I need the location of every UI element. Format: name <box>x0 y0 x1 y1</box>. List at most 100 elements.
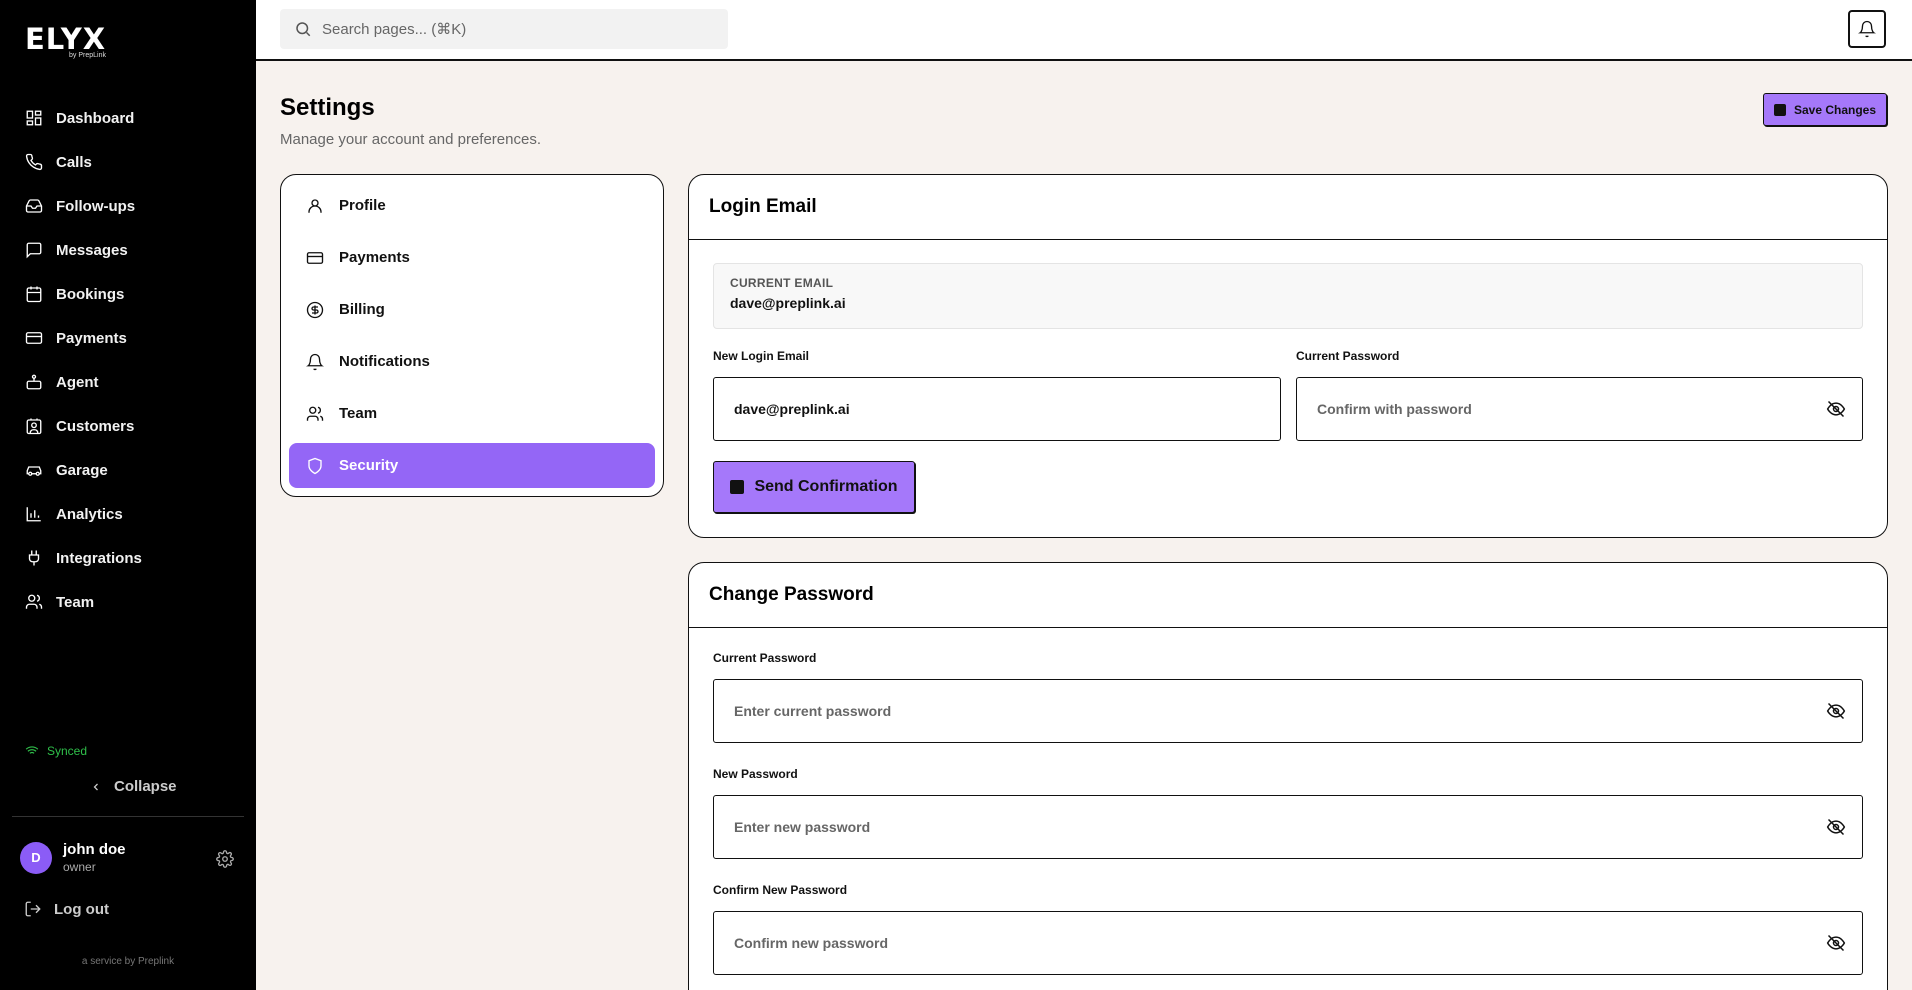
gear-icon[interactable] <box>216 850 234 873</box>
user-icon <box>305 196 325 216</box>
search-icon <box>296 22 311 37</box>
logo-text: ELYX <box>25 22 107 56</box>
logout-button[interactable]: Log out <box>24 900 109 918</box>
search-input[interactable] <box>322 20 702 38</box>
dollar-circle-icon <box>305 300 325 320</box>
new-password-input[interactable] <box>734 819 1750 835</box>
users-icon <box>305 404 325 424</box>
settings-tab-label: Payments <box>339 249 410 266</box>
bot-icon <box>24 372 44 392</box>
inbox-icon <box>24 196 44 216</box>
new-login-email-field[interactable] <box>713 377 1281 441</box>
sync-status: Synced <box>25 744 87 758</box>
send-confirmation-label: Send Confirmation <box>754 478 898 495</box>
save-changes-label: Save Changes <box>1793 102 1877 117</box>
logo-byline: by PrepLink <box>69 52 106 59</box>
current-password-field[interactable] <box>713 679 1863 743</box>
change-password-title: Change Password <box>689 563 1887 628</box>
user-name: john doe <box>63 841 126 858</box>
eye-off-icon[interactable] <box>1826 399 1846 424</box>
user-role: owner <box>63 860 96 874</box>
bell-icon <box>1858 20 1876 38</box>
sidebar-item-analytics[interactable]: Analytics <box>0 492 256 536</box>
eye-off-icon[interactable] <box>1826 817 1846 842</box>
confirm-new-password-field[interactable] <box>713 911 1863 975</box>
page-subtitle: Manage your account and preferences. <box>280 131 541 148</box>
phone-icon <box>24 152 44 172</box>
new-password-field[interactable] <box>713 795 1863 859</box>
confirm-new-password-input[interactable] <box>734 935 1750 951</box>
new-login-email-label: New Login Email <box>713 349 810 363</box>
plug-icon <box>24 548 44 568</box>
sidebar-item-label: Bookings <box>56 285 125 303</box>
collapse-button[interactable]: Collapse <box>90 778 177 795</box>
credit-card-icon <box>24 328 44 348</box>
new-password-label: New Password <box>713 767 798 781</box>
sidebar-item-garage[interactable]: Garage <box>0 448 256 492</box>
sidebar-item-dashboard[interactable]: Dashboard <box>0 96 256 140</box>
notifications-button[interactable] <box>1848 10 1886 48</box>
sidebar-item-follow-ups[interactable]: Follow-ups <box>0 184 256 228</box>
logout-label: Log out <box>54 900 109 918</box>
confirm-password-field[interactable] <box>1296 377 1863 441</box>
settings-tab-payments[interactable]: Payments <box>289 235 655 280</box>
sidebar-item-agent[interactable]: Agent <box>0 360 256 404</box>
sidebar-item-calls[interactable]: Calls <box>0 140 256 184</box>
sidebar-item-payments[interactable]: Payments <box>0 316 256 360</box>
sidebar-item-label: Team <box>56 593 95 611</box>
save-changes-button[interactable]: Save Changes <box>1763 93 1887 126</box>
sidebar-item-label: Payments <box>56 329 127 347</box>
topbar <box>256 0 1912 61</box>
eye-off-icon[interactable] <box>1826 933 1846 958</box>
current-password-label: Current Password <box>713 651 817 665</box>
sidebar-divider <box>12 816 244 817</box>
message-icon <box>24 240 44 260</box>
sidebar-item-label: Customers <box>56 417 135 435</box>
sidebar-item-messages[interactable]: Messages <box>0 228 256 272</box>
sidebar-item-label: Integrations <box>56 549 142 567</box>
sidebar-item-customers[interactable]: Customers <box>0 404 256 448</box>
contact-icon <box>24 416 44 436</box>
sidebar-item-label: Analytics <box>56 505 123 523</box>
new-login-email-input[interactable] <box>734 401 1226 417</box>
confirm-new-password-label: Confirm New Password <box>713 883 848 897</box>
settings-tab-label: Team <box>339 405 378 422</box>
sidebar-item-label: Agent <box>56 373 99 391</box>
sidebar: ELYX by PrepLink Dashboard Calls Follow-… <box>0 0 256 990</box>
settings-tab-billing[interactable]: Billing <box>289 287 655 332</box>
settings-tab-notifications[interactable]: Notifications <box>289 339 655 384</box>
dashboard-icon <box>24 108 44 128</box>
avatar: D <box>20 841 52 874</box>
change-password-card: Change Password Current Password New Pas… <box>688 562 1888 990</box>
bar-chart-icon <box>24 504 44 524</box>
current-password-label: Current Password <box>1296 349 1400 363</box>
sidebar-item-bookings[interactable]: Bookings <box>0 272 256 316</box>
sidebar-item-integrations[interactable]: Integrations <box>0 536 256 580</box>
confirm-password-input[interactable] <box>1317 401 1808 417</box>
bell-icon <box>305 352 325 372</box>
current-email-label: CURRENT EMAIL <box>730 276 834 290</box>
settings-tab-team[interactable]: Team <box>289 391 655 436</box>
sidebar-item-label: Calls <box>56 153 92 171</box>
settings-tab-profile[interactable]: Profile <box>289 183 655 228</box>
settings-tab-label: Notifications <box>339 353 430 370</box>
login-email-title: Login Email <box>689 175 1887 240</box>
current-password-input[interactable] <box>734 703 1750 719</box>
current-email-box: CURRENT EMAIL dave@preplink.ai <box>713 263 1863 329</box>
send-confirmation-button[interactable]: Send Confirmation <box>713 461 915 513</box>
search-bar[interactable] <box>280 9 728 49</box>
car-icon <box>24 460 44 480</box>
user-profile[interactable]: D john doe owner <box>20 841 126 874</box>
eye-off-icon[interactable] <box>1826 701 1846 726</box>
sidebar-item-label: Follow-ups <box>56 197 136 215</box>
collapse-label: Collapse <box>114 778 177 795</box>
save-icon <box>1773 103 1786 116</box>
sync-status-label: Synced <box>47 744 88 758</box>
logo[interactable]: ELYX by PrepLink <box>25 24 106 59</box>
settings-tab-label: Billing <box>339 301 385 318</box>
users-icon <box>24 592 44 612</box>
sidebar-nav: Dashboard Calls Follow-ups Messages Book… <box>0 96 256 624</box>
sidebar-item-team[interactable]: Team <box>0 580 256 624</box>
login-email-card: Login Email CURRENT EMAIL dave@preplink.… <box>688 174 1888 538</box>
settings-tab-security[interactable]: Security <box>289 443 655 488</box>
